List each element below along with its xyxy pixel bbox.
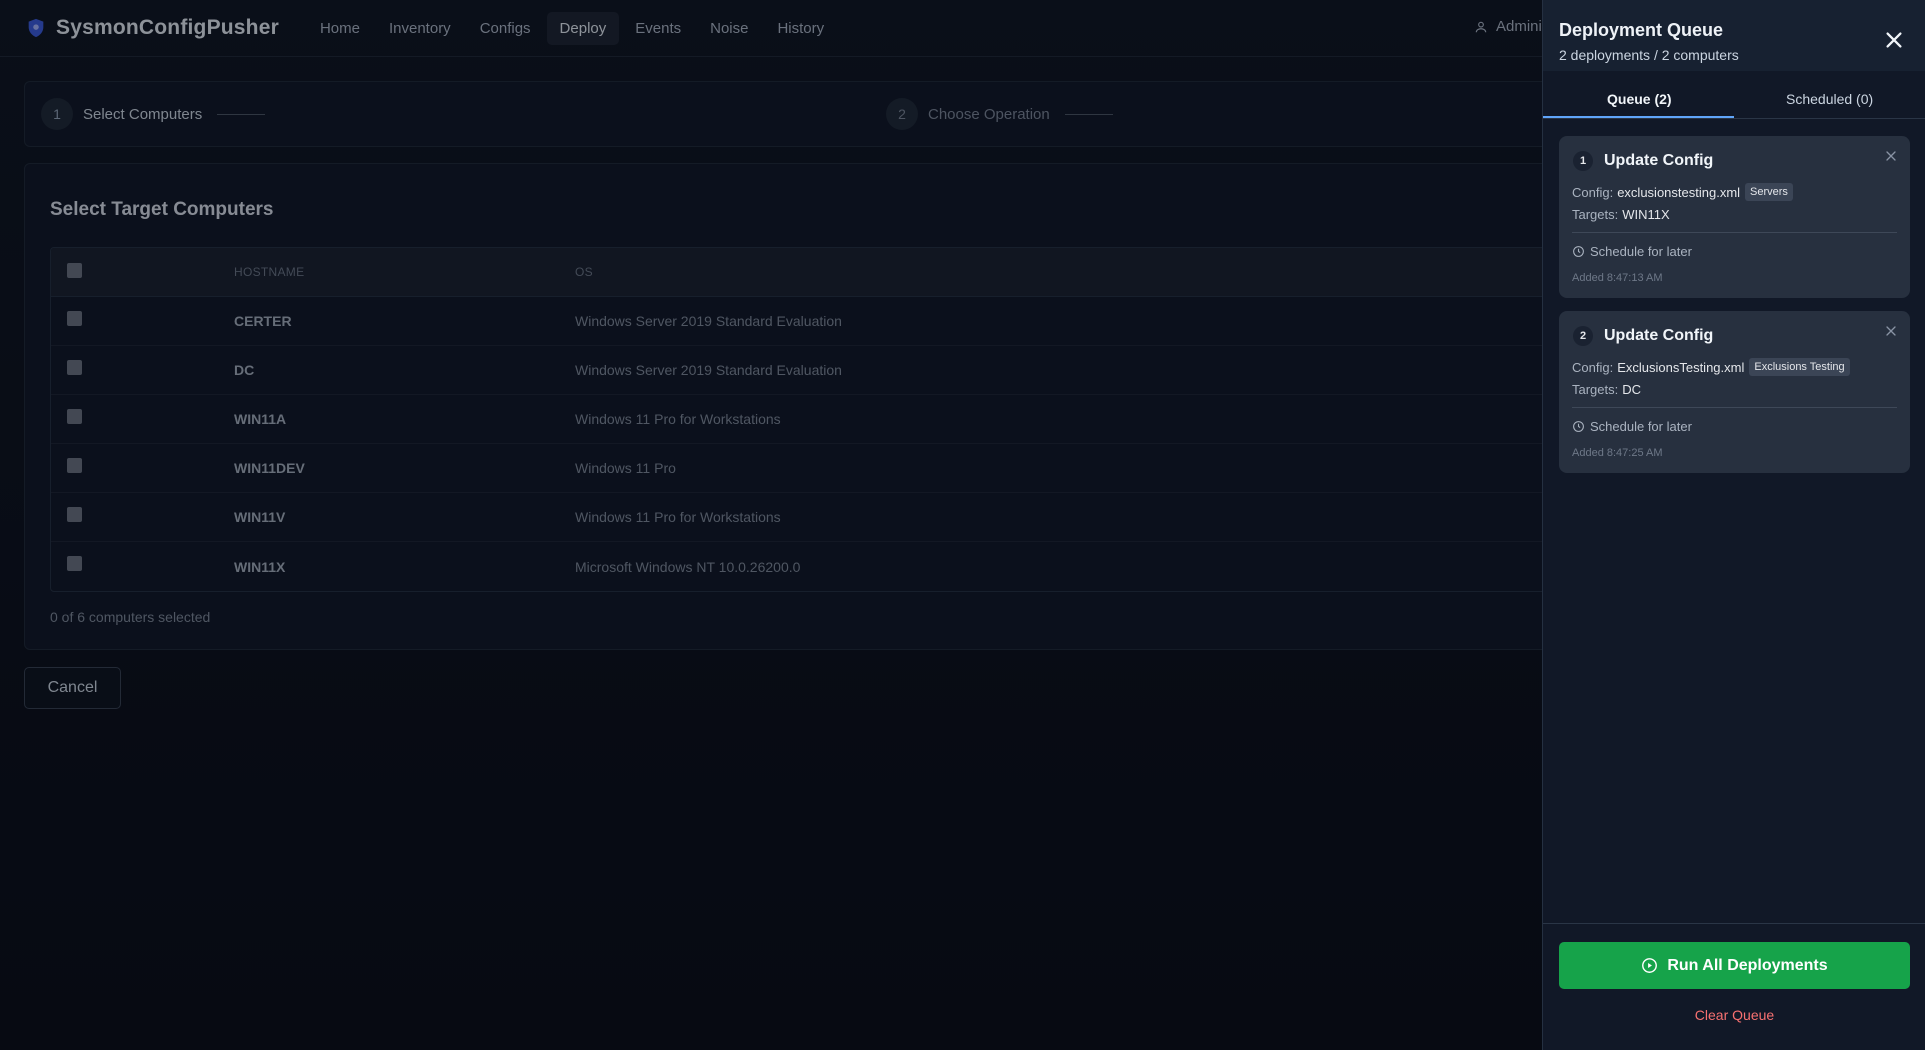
config-filename: ExclusionsTesting.xml — [1617, 359, 1745, 375]
tab-scheduled[interactable]: Scheduled (0) — [1786, 91, 1873, 107]
config-tag: Exclusions Testing — [1749, 358, 1850, 376]
config-filename: exclusionstesting.xml — [1617, 184, 1741, 200]
added-timestamp: Added 8:47:25 AM — [1572, 447, 1663, 459]
clear-queue-button[interactable]: Clear Queue — [1543, 1007, 1925, 1023]
queue-item-targets: Targets: DC — [1572, 382, 1641, 397]
queue-item-config: Config: ExclusionsTesting.xml Exclusions… — [1572, 358, 1850, 376]
targets-value: WIN11X — [1622, 207, 1670, 222]
queue-item: 2 Update Config Config: ExclusionsTestin… — [1559, 311, 1910, 473]
queue-item-number: 1 — [1573, 151, 1593, 171]
added-timestamp: Added 8:47:13 AM — [1572, 272, 1663, 284]
tab-queue[interactable]: Queue (2) — [1607, 91, 1672, 107]
schedule-label: Schedule for later — [1590, 419, 1692, 434]
schedule-for-later-button[interactable]: Schedule for later — [1572, 244, 1692, 259]
queue-item-number: 2 — [1573, 326, 1593, 346]
active-tab-indicator — [1543, 116, 1734, 118]
divider — [1572, 407, 1897, 408]
play-circle-icon — [1642, 958, 1658, 973]
clock-icon — [1573, 421, 1584, 432]
drawer-footer: Run All Deployments Clear Queue — [1543, 923, 1925, 1050]
drawer-tabs: Queue (2) Scheduled (0) — [1543, 81, 1925, 119]
schedule-label: Schedule for later — [1590, 244, 1692, 259]
modal-backdrop[interactable] — [0, 0, 1542, 1050]
queue-item: 1 Update Config Config: exclusionstestin… — [1559, 136, 1910, 298]
targets-label: Targets: — [1572, 382, 1619, 397]
targets-value: DC — [1622, 382, 1642, 397]
run-all-deployments-button[interactable]: Run All Deployments — [1559, 942, 1910, 989]
config-label: Config: — [1572, 184, 1614, 200]
queue-item-config: Config: exclusionstesting.xml Servers — [1572, 183, 1793, 201]
divider — [1572, 232, 1897, 233]
remove-item-icon[interactable] — [1885, 150, 1897, 162]
deployment-queue-drawer: Deployment Queue 2 deployments / 2 compu… — [1542, 0, 1925, 1050]
clock-icon — [1573, 246, 1584, 257]
queue-item-title: Update Config — [1604, 327, 1714, 344]
drawer-header: Deployment Queue 2 deployments / 2 compu… — [1543, 0, 1925, 71]
remove-item-icon[interactable] — [1885, 325, 1897, 337]
drawer-title: Deployment Queue — [1559, 20, 1724, 40]
queue-item-targets: Targets: WIN11X — [1572, 207, 1670, 222]
close-icon[interactable] — [1883, 29, 1905, 51]
targets-label: Targets: — [1572, 207, 1619, 222]
config-tag: Servers — [1745, 183, 1793, 201]
drawer-subtitle: 2 deployments / 2 computers — [1559, 47, 1739, 63]
config-label: Config: — [1572, 359, 1614, 375]
schedule-for-later-button[interactable]: Schedule for later — [1572, 419, 1692, 434]
queue-item-title: Update Config — [1604, 152, 1714, 169]
run-all-label: Run All Deployments — [1667, 956, 1828, 974]
